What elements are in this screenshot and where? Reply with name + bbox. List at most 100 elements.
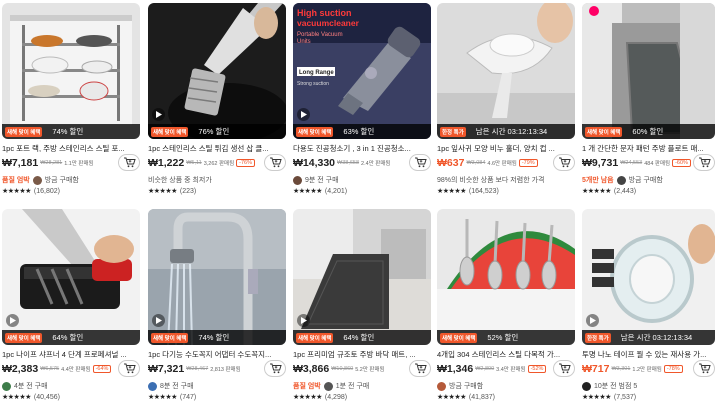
- price: ₩1,222: [148, 157, 185, 169]
- social-proof: 5개만 남음 방금 구매함: [582, 175, 663, 185]
- badge-pill: 새해 맞이 혜택: [5, 332, 43, 343]
- price-row: ₩3,866 ₩10,860 5.2만 판매됨: [293, 360, 431, 378]
- add-to-cart-button[interactable]: [409, 360, 431, 377]
- original-price: ₩2,800: [475, 366, 495, 372]
- badge-pill: 새해 맞이 혜택: [585, 126, 623, 137]
- discount-percent: -64%: [92, 365, 112, 373]
- product-image[interactable]: 한정 특가 남은 시간 03:12:13:34: [437, 3, 575, 139]
- play-icon[interactable]: [297, 108, 310, 121]
- product-title[interactable]: 다용도 진공청소기 , 3 in 1 진공청소...: [293, 143, 431, 154]
- add-to-cart-button[interactable]: [553, 360, 575, 377]
- rating: ★★★★★ (747): [148, 393, 196, 402]
- product-image[interactable]: 새해 맞이 혜택 64% 할인: [2, 209, 140, 345]
- play-icon[interactable]: [297, 314, 310, 327]
- product-title[interactable]: 1pc 잎사귀 모양 비누 홀더, 양치 컵 ...: [437, 143, 575, 154]
- product-card[interactable]: 한정 특가 남은 시간 03:12:13:34 투명 나노 테이프 뭘 수 있는…: [582, 209, 715, 405]
- product-image[interactable]: 새해 맞이 혜택 60% 할인: [582, 3, 715, 139]
- badge-text: 64% 할인: [343, 333, 375, 342]
- product-image[interactable]: 새해 맞이 혜택 76% 할인: [148, 3, 286, 139]
- badge-pill: 새해 맞이 혜택: [296, 332, 334, 343]
- product-title[interactable]: 1pc 다기능 수도꼭지 어댑터 수도꼭지...: [148, 349, 286, 360]
- cart-icon: [558, 363, 571, 374]
- price-row: ₩637 ₩3,084 4.6만 판매됨 -79%: [437, 154, 575, 172]
- add-to-cart-button[interactable]: [693, 360, 715, 377]
- review-count: (7,537): [613, 393, 637, 401]
- play-icon[interactable]: [586, 314, 599, 327]
- play-icon[interactable]: [6, 314, 19, 327]
- rating: ★★★★★ (40,456): [2, 393, 60, 402]
- product-card[interactable]: 새해 맞이 혜택 74% 할인 1pc 다기능 수도꼭지 어댑터 수도꼭지...…: [148, 209, 286, 405]
- add-to-cart-button[interactable]: [409, 154, 431, 171]
- product-image[interactable]: High suction vacuumcleaner Portable Vacu…: [293, 3, 431, 139]
- sold-count: 3,262 판매됨: [203, 161, 235, 167]
- sold-count: 5.2만 판매됨: [355, 367, 385, 373]
- discount-badge: 새해 맞이 혜택 64% 할인: [2, 330, 140, 345]
- product-title[interactable]: 1pc 나이프 샤프너 4 단계 프로페셔널 ...: [2, 349, 140, 360]
- avatar: [323, 381, 333, 391]
- cart-icon: [558, 157, 571, 168]
- product-card[interactable]: High suction vacuumcleaner Portable Vacu…: [293, 3, 431, 203]
- product-image[interactable]: 새해 맞이 혜택 52% 할인: [437, 209, 575, 345]
- product-card[interactable]: 한정 특가 남은 시간 03:12:13:34 1pc 잎사귀 모양 비누 홀더…: [437, 3, 575, 203]
- meta-text: 방금 구매함: [44, 177, 79, 184]
- original-price: ₩6,575: [40, 366, 60, 372]
- image-caption: vacuumcleaner: [297, 18, 360, 28]
- product-title[interactable]: 1pc 포트 랙, 주방 스테인리스 스틸 포...: [2, 143, 140, 154]
- product-image[interactable]: 새해 맞이 혜택 74% 할인: [2, 3, 140, 139]
- badge-text: 74% 할인: [52, 127, 84, 136]
- add-to-cart-button[interactable]: [693, 154, 715, 171]
- product-card[interactable]: 새해 맞이 혜택 64% 할인 1pc 나이프 샤프너 4 단계 프로페셔널 .…: [2, 209, 140, 405]
- product-title[interactable]: 4개입 304 스테인리스 스틸 다목적 가...: [437, 349, 575, 360]
- product-title[interactable]: 1pc 프리미엄 규조토 주방 바닥 매트, ...: [293, 349, 431, 360]
- product-image[interactable]: 한정 특가 남은 시간 03:12:13:34: [582, 209, 715, 345]
- sold-count: 3.4만 판매됨: [496, 367, 526, 373]
- badge-pill: 한정 특가: [585, 332, 611, 343]
- product-title[interactable]: 1 개 간단한 문자 패턴 주방 플로트 매...: [582, 143, 715, 154]
- original-price: ₩24,553: [620, 160, 643, 166]
- image-caption: Long Range: [299, 70, 334, 76]
- stars-icon: ★★★★★: [293, 394, 322, 401]
- cart-icon: [269, 157, 282, 168]
- add-to-cart-button[interactable]: [118, 154, 140, 171]
- price: ₩3,866: [293, 363, 330, 375]
- add-to-cart-button[interactable]: [264, 154, 286, 171]
- rating: ★★★★★ (16,802): [2, 187, 60, 196]
- play-icon[interactable]: [152, 314, 165, 327]
- play-icon[interactable]: [152, 108, 165, 121]
- product-card[interactable]: 새해 맞이 혜택 74% 할인 1pc 포트 랙, 주방 스테인리스 스틸 포.…: [2, 3, 140, 203]
- product-title[interactable]: 투명 나노 테이프 뭘 수 있는 재사용 가...: [582, 349, 715, 360]
- social-proof: 4분 전 구매: [2, 381, 48, 391]
- product-card[interactable]: 새해 맞이 혜택 60% 할인 1 개 간단한 문자 패턴 주방 플로트 매..…: [582, 3, 715, 203]
- meta-text: 98%의 비슷한 상품 보다 저렴한 가격: [437, 177, 545, 184]
- original-price: ₩3,084: [466, 160, 486, 166]
- stars-icon: ★★★★★: [293, 188, 322, 195]
- badge-pill: 새해 맞이 혜택: [151, 332, 189, 343]
- add-to-cart-button[interactable]: [264, 360, 286, 377]
- product-card[interactable]: 새해 맞이 혜택 52% 할인 4개입 304 스테인리스 스틸 다목적 가..…: [437, 209, 575, 405]
- social-proof: 품질 엄박 방금 구매함: [2, 175, 79, 185]
- review-count: (223): [179, 187, 197, 195]
- sold-count: 4.4만 판매됨: [61, 367, 91, 373]
- original-price: ₩10,860: [331, 366, 354, 372]
- discount-badge: 새해 맞이 혜택 76% 할인: [148, 124, 286, 139]
- add-to-cart-button[interactable]: [118, 360, 140, 377]
- price-row: ₩1,222 ₩5,11 3,262 판매됨 -76%: [148, 154, 286, 172]
- review-count: (40,456): [33, 393, 60, 401]
- product-title[interactable]: 1pc 스테인리스 스틸 튀김 생선 삽 클...: [148, 143, 286, 154]
- meta-text: 8분 전 구매: [160, 383, 194, 390]
- discount-badge: 새해 맞이 혜택 63% 할인: [293, 124, 431, 139]
- product-image[interactable]: 새해 맞이 혜택 64% 할인: [293, 209, 431, 345]
- price-row: ₩2,383 ₩6,575 4.4만 판매됨 -64%: [2, 360, 140, 378]
- add-to-cart-button[interactable]: [553, 154, 575, 171]
- cart-icon: [123, 157, 136, 168]
- product-image[interactable]: 새해 맞이 혜택 74% 할인: [148, 209, 286, 345]
- product-card[interactable]: 새해 맞이 혜택 76% 할인 1pc 스테인리스 스틸 튀김 생선 삽 클..…: [148, 3, 286, 203]
- social-proof: 98%의 비슷한 상품 보다 저렴한 가격: [437, 175, 544, 185]
- sold-count: 484 판매됨: [644, 161, 671, 167]
- product-grid: 새해 맞이 혜택 74% 할인 1pc 포트 랙, 주방 스테인리스 스틸 포.…: [0, 0, 717, 405]
- discount-badge: 새해 맞이 혜택 74% 할인: [148, 330, 286, 345]
- original-price: ₩28,467: [186, 366, 209, 372]
- image-caption: Strong suction: [297, 81, 329, 87]
- meta-text: 4분 전 구매: [14, 383, 48, 390]
- product-card[interactable]: 새해 맞이 혜택 64% 할인 1pc 프리미엄 규조토 주방 바닥 매트, .…: [293, 209, 431, 405]
